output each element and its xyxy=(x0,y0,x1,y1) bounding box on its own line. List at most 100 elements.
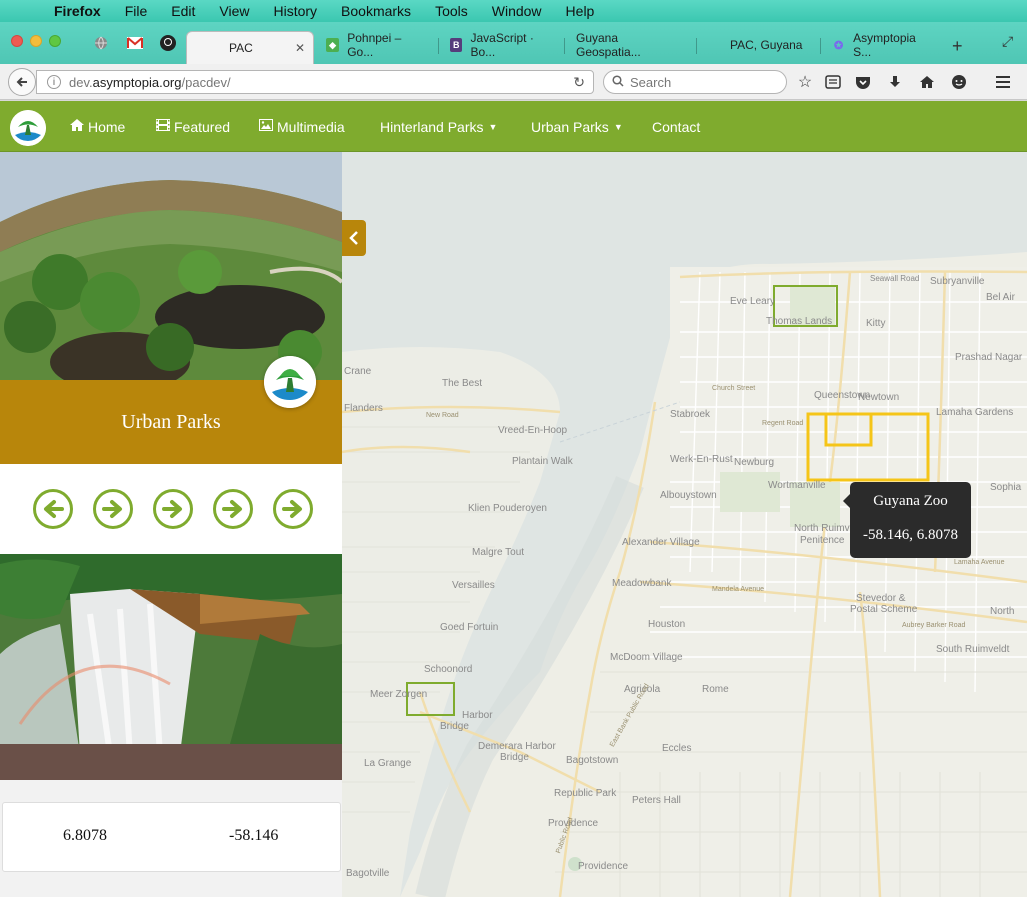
map-label-malgre: Malgre Tout xyxy=(472,547,525,558)
menu-help[interactable]: Help xyxy=(554,3,607,19)
map-label-meerzorgen: Meer Zorgen xyxy=(370,689,428,700)
tab-asymptopia[interactable]: ✪ Asymptopia S... xyxy=(822,30,942,60)
map-label-stevedor: Stevedor & xyxy=(856,593,906,604)
hamburger-menu-icon[interactable] xyxy=(993,72,1013,92)
menu-bookmarks[interactable]: Bookmarks xyxy=(329,3,423,19)
map-label-stabroek: Stabroek xyxy=(670,409,711,420)
fullscreen-icon[interactable]: ⤢ xyxy=(1002,33,1013,50)
asymptopia-icon: ✪ xyxy=(833,39,844,52)
menu-view[interactable]: View xyxy=(207,3,261,19)
nav-hinterland-parks[interactable]: Hinterland Parks ▼ xyxy=(380,101,497,152)
bookmark-star-icon[interactable]: ☆ xyxy=(795,72,815,92)
map-label-seawall: Seawall Road xyxy=(870,274,920,283)
map-label-republic: Republic Park xyxy=(554,788,617,799)
menu-app-firefox[interactable]: Firefox xyxy=(40,3,113,19)
map-label-bridge: Bridge xyxy=(440,721,469,732)
new-tab-button[interactable]: + xyxy=(952,36,963,57)
map-label-subryanville: Subryanville xyxy=(930,276,985,287)
map-label-versailles: Versailles xyxy=(452,580,495,591)
hello-chat-icon[interactable] xyxy=(949,72,969,92)
tab-label: PAC xyxy=(229,41,253,55)
map-label-goed: Goed Fortuin xyxy=(440,622,499,633)
map-label-alexander: Alexander Village xyxy=(622,537,700,548)
map-label-plantain: Plantain Walk xyxy=(512,456,573,467)
next-arrow-button[interactable] xyxy=(93,489,133,529)
collapse-panel-button[interactable] xyxy=(342,220,366,256)
tab-label: Asymptopia S... xyxy=(853,31,916,59)
map-label-lagrange: La Grange xyxy=(364,758,412,769)
nav-home-label: Home xyxy=(88,118,126,135)
road-label-regent: Regent Road xyxy=(762,420,804,427)
tooltip-title: Guyana Zoo xyxy=(873,493,948,509)
map-label-harbor: Harbor xyxy=(462,710,493,721)
side-panel: Urban Parks 6.8078 -58.146 xyxy=(0,152,342,897)
info-icon[interactable]: i xyxy=(47,75,61,89)
next-arrow-button-2[interactable] xyxy=(153,489,193,529)
tab-javascript-bootstrap[interactable]: B JavaScript · Bo... xyxy=(440,30,562,60)
url-path: /pacdev/ xyxy=(181,74,231,90)
map-label-newtown: Newtown xyxy=(858,392,900,403)
window-minimize-button[interactable] xyxy=(30,35,42,47)
download-icon[interactable] xyxy=(885,72,905,92)
browser-toolbar: i dev. asymptopia.org/pacdev/ ↻ Search ☆ xyxy=(0,64,1027,100)
map-label-bridge2: Bridge xyxy=(500,752,529,763)
tab-pohnpei[interactable]: ◆ Pohnpei – Go... xyxy=(316,30,436,60)
tab-guyana-geospatial[interactable]: Guyana Geospatia... xyxy=(566,30,694,60)
reload-icon[interactable]: ↻ xyxy=(573,74,585,91)
carousel-controls xyxy=(0,464,342,554)
globe-icon[interactable] xyxy=(90,32,112,54)
pocket-icon[interactable] xyxy=(853,72,873,92)
window-zoom-button[interactable] xyxy=(49,35,61,47)
nav-featured-label: Featured xyxy=(174,118,231,135)
map-label-wortmanville: Wortmanville xyxy=(768,480,826,491)
coordinates-card: 6.8078 -58.146 xyxy=(2,802,341,872)
map-label-crane: Crane xyxy=(344,366,372,377)
next-arrow-button-4[interactable] xyxy=(273,489,313,529)
menu-history[interactable]: History xyxy=(261,3,329,19)
back-button[interactable] xyxy=(8,68,36,96)
map-label-kitty: Kitty xyxy=(866,318,886,329)
site-logo[interactable] xyxy=(10,110,46,146)
github-icon[interactable] xyxy=(157,32,179,54)
menu-edit[interactable]: Edit xyxy=(159,3,207,19)
map-label-southruimveldt: South Ruimveldt xyxy=(936,644,1010,655)
nav-contact[interactable]: Contact xyxy=(652,101,700,152)
reading-list-icon[interactable] xyxy=(823,72,843,92)
menu-file[interactable]: File xyxy=(113,3,160,19)
menu-window[interactable]: Window xyxy=(480,3,554,19)
search-input[interactable]: Search xyxy=(603,70,787,94)
tab-pac-guyana[interactable]: PAC, Guyana xyxy=(720,30,820,60)
map-label-lamaha: Lamaha Gardens xyxy=(936,407,1014,418)
nav-featured[interactable]: Featured xyxy=(156,101,230,152)
window-close-button[interactable] xyxy=(11,35,23,47)
map-label-flanders: Flanders xyxy=(344,403,383,414)
map-label-demerara: Demerara Harbor xyxy=(478,741,556,752)
menu-tools[interactable]: Tools xyxy=(423,3,480,19)
tab-separator xyxy=(696,38,697,54)
nav-home[interactable]: Home xyxy=(70,101,125,152)
tab-close-icon[interactable]: ✕ xyxy=(295,41,305,55)
map-label-penitence: Penitence xyxy=(800,535,845,546)
tab-pac-active[interactable]: PAC ✕ xyxy=(186,31,314,64)
nav-multimedia[interactable]: Multimedia xyxy=(259,101,345,152)
web-page: Seawall Road Subryanville Bel Air Eve Le… xyxy=(0,101,1027,897)
google-maps-icon: ◆ xyxy=(326,38,340,52)
search-icon xyxy=(612,74,624,90)
url-bar[interactable]: i dev. asymptopia.org/pacdev/ ↻ xyxy=(36,70,594,94)
caret-down-icon: ▼ xyxy=(488,121,498,132)
map-label-schoonord: Schoonord xyxy=(424,664,473,675)
nav-contact-label: Contact xyxy=(652,118,701,135)
road-label-aubrey: Aubrey Barker Road xyxy=(902,622,966,629)
map-label-werkenrust: Werk-En-Rust xyxy=(670,454,733,465)
prev-arrow-button[interactable] xyxy=(33,489,73,529)
browser-tab-bar: PAC ✕ ◆ Pohnpei – Go... B JavaScript · B… xyxy=(0,22,1027,64)
next-arrow-button-3[interactable] xyxy=(213,489,253,529)
nav-urban-parks[interactable]: Urban Parks ▼ xyxy=(531,101,623,152)
map-label-newburg: Newburg xyxy=(734,457,775,468)
tab-separator xyxy=(438,38,439,54)
gmail-icon[interactable] xyxy=(124,32,146,54)
map-label-mcdoom: McDoom Village xyxy=(610,652,683,663)
nav-hinterland-label: Hinterland Parks xyxy=(380,118,484,135)
map-label-prashad: Prashad Nagar xyxy=(955,352,1023,363)
home-icon[interactable] xyxy=(917,72,937,92)
